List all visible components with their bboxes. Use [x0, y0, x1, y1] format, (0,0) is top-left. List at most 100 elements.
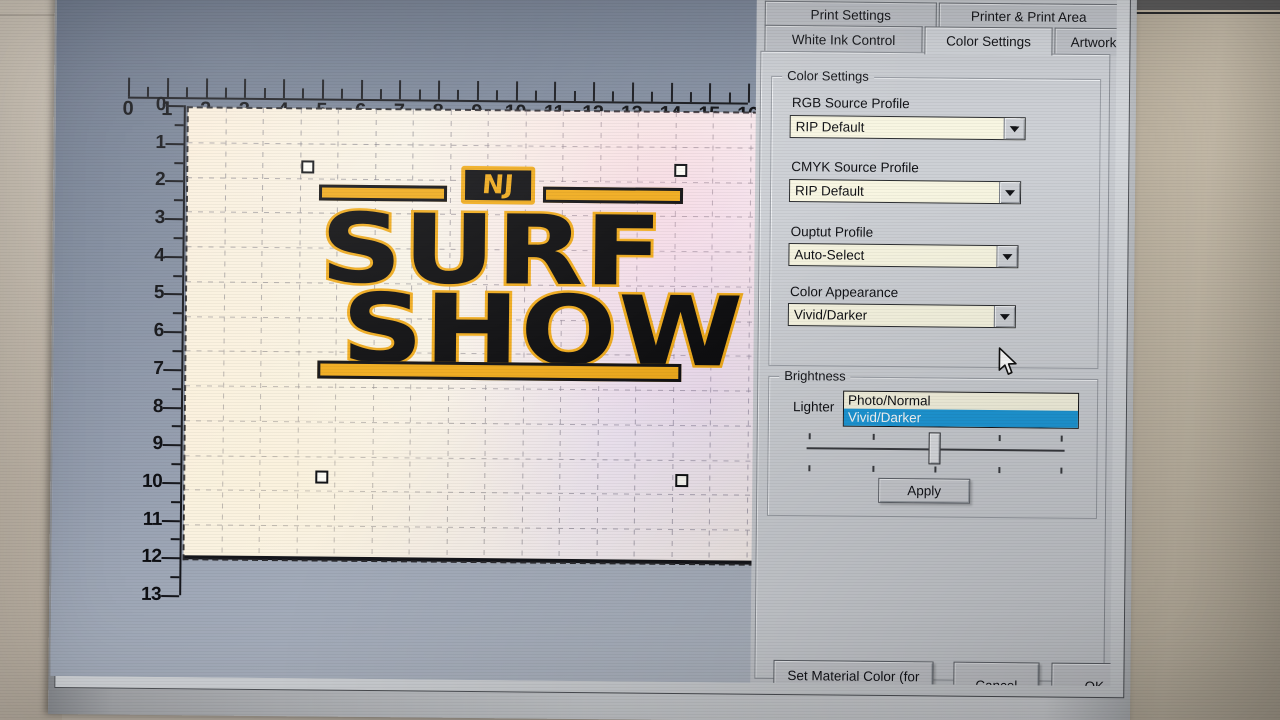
- combo-rgb-source-profile[interactable]: RIP Default: [789, 115, 1026, 141]
- ruler-h-tick-major: [360, 79, 363, 99]
- brightness-tick: [934, 466, 937, 473]
- ruler-h-tick-major: [709, 83, 712, 103]
- settings-panel-body: Color Settings RGB Source Profile RIP De…: [754, 50, 1117, 687]
- ruler-v-tick-major: [165, 142, 184, 145]
- wall-right-seam: [1135, 12, 1280, 14]
- ruler-h-tick-minor: [147, 86, 150, 97]
- ruler-v-tick-major: [165, 105, 184, 108]
- ruler-v-tick-major: [163, 368, 182, 372]
- set-material-color-button[interactable]: Set Material Color (for previwing only): [773, 659, 934, 687]
- ruler-v-label: 13: [140, 583, 162, 606]
- ruler-v-tick-major: [165, 180, 184, 183]
- tab-artwork[interactable]: Artwork: [1054, 27, 1117, 57]
- ruler-v-tick-major: [161, 595, 180, 598]
- print-preview-pane[interactable]: 012345678910111213141516 012345678910111…: [50, 0, 789, 683]
- selection-handle-top-right[interactable]: [674, 163, 688, 178]
- monitor-screen: 012345678910111213141516 012345678910111…: [50, 0, 1117, 687]
- chevron-down-icon[interactable]: [998, 182, 1021, 204]
- ruler-h-tick-major: [205, 78, 208, 98]
- monitor-photo: 012345678910111213141516 012345678910111…: [0, 0, 1280, 720]
- ruler-h-tick-major: [399, 80, 402, 100]
- apply-button[interactable]: Apply: [878, 477, 971, 504]
- ruler-h-tick-minor: [651, 91, 654, 102]
- media-canvas[interactable]: NJ SURF SHOW: [182, 106, 789, 567]
- chevron-down-icon[interactable]: [996, 246, 1018, 268]
- application-window: 012345678910111213141516 012345678910111…: [50, 0, 1117, 687]
- ruler-h-tick-major: [166, 78, 169, 98]
- cancel-button[interactable]: Cancel: [953, 661, 1040, 687]
- label-cmyk-source-profile: CMYK Source Profile: [791, 159, 919, 176]
- ruler-v-tick-minor: [172, 350, 182, 353]
- chevron-down-icon[interactable]: [1003, 118, 1025, 140]
- label-output-profile: Ouptut Profile: [790, 224, 874, 240]
- brightness-tick: [998, 435, 1001, 442]
- selection-handle-bottom-left[interactable]: [315, 470, 329, 484]
- brightness-tick: [1060, 467, 1063, 474]
- ruler-h-tick-major: [554, 81, 557, 101]
- ruler-v-tick-minor: [174, 161, 184, 164]
- combo-cmyk-source-profile-value: RIP Default: [794, 183, 864, 199]
- wall-right: [1128, 0, 1280, 720]
- ruler-h-tick-minor: [263, 87, 266, 99]
- ruler-h-tick-minor: [689, 92, 692, 103]
- artwork-nj-surf-show[interactable]: NJ SURF SHOW: [315, 159, 747, 403]
- wall-right-top-edge: [1128, 0, 1280, 10]
- canvas-gridline-horizontal: [184, 489, 781, 496]
- combo-rgb-source-profile-value: RIP Default: [795, 119, 865, 135]
- ruler-h-tick-major: [747, 83, 751, 103]
- ruler-v-tick-major: [162, 406, 181, 409]
- label-rgb-source-profile: RGB Source Profile: [791, 95, 910, 112]
- ruler-h-tick-major: [282, 79, 286, 99]
- ruler-v-tick-minor: [171, 500, 181, 503]
- ruler-v-label: 12: [141, 546, 162, 568]
- brightness-tick: [1060, 435, 1063, 442]
- ruler-v-tick-minor: [172, 387, 182, 390]
- label-color-appearance: Color Appearance: [790, 284, 899, 301]
- ruler-v-label: 6: [153, 320, 164, 342]
- brightness-tick: [808, 465, 811, 472]
- ruler-h-tick-minor: [728, 92, 731, 103]
- ruler-h-tick-minor: [457, 89, 460, 100]
- ruler-h-tick-minor: [379, 89, 382, 100]
- ruler-v-tick-minor: [173, 199, 183, 202]
- ruler-v-label: 5: [153, 282, 165, 304]
- ruler-h-tick-minor: [341, 88, 344, 99]
- tab-white-ink-control[interactable]: White Ink Control: [764, 24, 923, 55]
- combo-color-appearance-value: Vivid/Darker: [793, 307, 868, 323]
- brightness-slider-thumb[interactable]: [928, 432, 941, 465]
- canvas-gridline-horizontal: [184, 455, 781, 462]
- ruler-h-tick-major: [670, 82, 673, 102]
- settings-panel: Print Settings Printer & Print Area Whit…: [750, 0, 1117, 687]
- ruler-v-tick-minor: [173, 237, 183, 240]
- ruler-h-tick-major: [515, 81, 518, 101]
- ruler-v-label: 2: [154, 169, 166, 191]
- dropdown-list-color-appearance[interactable]: Photo/Normal Vivid/Darker: [842, 390, 1080, 429]
- ruler-v-tick-major: [162, 481, 181, 485]
- ruler-v-tick-major: [161, 519, 180, 522]
- ruler-h-tick-major: [592, 82, 596, 102]
- combo-color-appearance[interactable]: Vivid/Darker: [787, 303, 1016, 329]
- ruler-h-tick-minor: [573, 90, 576, 101]
- ok-button[interactable]: OK: [1051, 662, 1117, 687]
- chevron-down-icon[interactable]: [993, 306, 1015, 328]
- ruler-v-tick-minor: [171, 425, 181, 428]
- dropdown-option-vivid-darker[interactable]: Vivid/Darker: [843, 408, 1078, 428]
- canvas-gridline-horizontal: [187, 142, 784, 149]
- combo-output-profile-value: Auto-Select: [794, 247, 865, 263]
- ruler-h-tick-major: [244, 78, 247, 98]
- wall-seam: [0, 14, 62, 16]
- ruler-h-tick-minor: [224, 87, 227, 98]
- combo-output-profile[interactable]: Auto-Select: [788, 243, 1019, 269]
- group-brightness-title: Brightness: [779, 367, 851, 384]
- selection-handle-bottom-right[interactable]: [675, 473, 689, 488]
- ruler-h-label: 0: [122, 97, 134, 120]
- tab-color-settings[interactable]: Color Settings: [924, 26, 1053, 56]
- combo-cmyk-source-profile[interactable]: RIP Default: [788, 179, 1022, 205]
- group-color-settings-title: Color Settings: [782, 67, 874, 84]
- ruler-h-tick-major: [127, 77, 131, 97]
- selection-handle-top-left[interactable]: [301, 160, 315, 174]
- ruler-v-tick-minor: [170, 576, 180, 579]
- canvas-gridline-horizontal: [183, 524, 780, 531]
- ruler-h-tick-minor: [418, 89, 421, 100]
- ruler-v-label: 9: [152, 433, 163, 455]
